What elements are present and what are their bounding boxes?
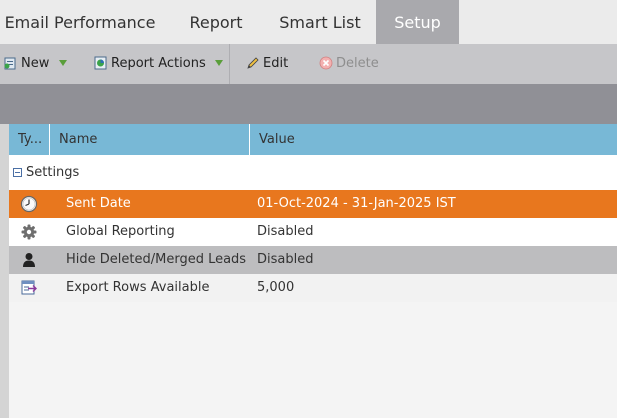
new-doc-icon (4, 57, 16, 69)
delete-icon (319, 56, 333, 69)
report-actions-label: Report Actions (111, 56, 206, 71)
group-row-settings: Settings (9, 155, 617, 190)
edit-button[interactable]: Edit (246, 44, 288, 84)
table-row[interactable]: Global Reporting Disabled (9, 218, 617, 246)
column-header-name[interactable]: Name (50, 124, 249, 155)
edit-label: Edit (263, 56, 289, 71)
row-name: Sent Date (66, 196, 131, 211)
table-row[interactable]: Hide Deleted/Merged Leads Disabled (9, 246, 617, 274)
pencil-icon (247, 56, 259, 69)
settings-grid: Ty... Name Value Settings Sent Date 01-O… (9, 124, 617, 418)
row-value: 5,000 (257, 280, 295, 295)
report-actions-button[interactable]: Report Actions (94, 44, 224, 84)
delete-button[interactable]: Delete (319, 44, 379, 84)
person-icon (23, 253, 35, 267)
gear-icon (21, 224, 37, 240)
toolbar: New Report Actions Edit Delete (0, 44, 617, 84)
tab-setup[interactable]: Setup (376, 0, 459, 44)
clock-icon (20, 195, 38, 213)
table-row[interactable]: Export Rows Available 5,000 (9, 274, 617, 302)
table-row[interactable]: Sent Date 01-Oct-2024 - 31-Jan-2025 IST (9, 190, 617, 218)
tab-email-performance[interactable]: Email Performance (0, 0, 160, 44)
grid-empty-area (9, 302, 617, 418)
tab-report[interactable]: Report (176, 0, 256, 44)
collapse-icon[interactable] (13, 168, 22, 177)
row-value: 01-Oct-2024 - 31-Jan-2025 IST (257, 196, 456, 211)
new-button[interactable]: New (4, 44, 68, 84)
left-panel-edge[interactable] (0, 124, 9, 418)
row-name: Export Rows Available (66, 280, 210, 295)
row-name: Global Reporting (66, 224, 175, 239)
delete-label: Delete (336, 56, 379, 71)
group-label: Settings (26, 165, 80, 180)
new-button-label: New (21, 56, 50, 71)
row-value: Disabled (257, 224, 314, 239)
column-header-value[interactable]: Value (250, 124, 617, 155)
dropdown-arrow-icon (214, 59, 223, 66)
toolbar-band (0, 84, 617, 124)
export-rows-icon (21, 280, 37, 295)
report-icon (94, 56, 107, 69)
dropdown-arrow-icon (58, 59, 67, 66)
row-name: Hide Deleted/Merged Leads (66, 252, 247, 267)
grid-header: Ty... Name Value (9, 124, 617, 155)
toolbar-divider (229, 44, 230, 84)
tab-smart-list[interactable]: Smart List (266, 0, 374, 44)
tab-bar: Email Performance Report Smart List Setu… (0, 0, 617, 44)
column-header-type[interactable]: Ty... (9, 124, 49, 155)
row-value: Disabled (257, 252, 314, 267)
